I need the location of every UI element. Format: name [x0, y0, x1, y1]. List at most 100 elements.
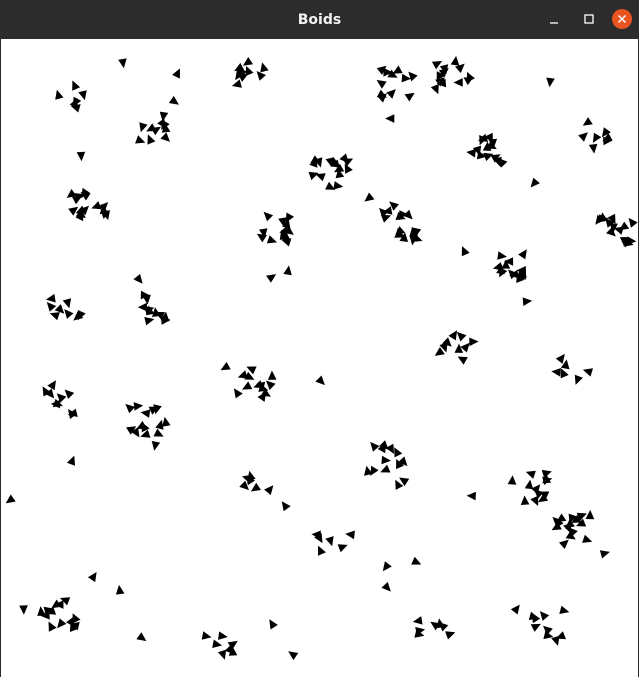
boid	[510, 604, 520, 615]
boid	[619, 221, 630, 231]
boid	[431, 61, 443, 70]
boid	[269, 619, 278, 630]
boid	[345, 530, 355, 540]
simulation-canvas[interactable]	[1, 39, 638, 677]
boid	[445, 631, 456, 640]
boid	[146, 123, 157, 132]
boid	[555, 631, 566, 640]
boid	[559, 605, 570, 614]
boid	[49, 312, 60, 321]
boid	[524, 479, 534, 490]
boid	[308, 171, 319, 181]
boid	[546, 77, 555, 88]
boid	[136, 632, 147, 642]
boid	[325, 536, 334, 547]
boid	[376, 80, 387, 89]
boid	[125, 403, 136, 414]
boid	[395, 226, 406, 236]
boid	[64, 309, 74, 319]
boid	[381, 455, 391, 465]
boid	[364, 192, 375, 202]
boid	[411, 556, 422, 565]
boid	[530, 623, 541, 632]
boid	[592, 132, 602, 143]
boid	[151, 440, 161, 451]
boid	[578, 132, 588, 142]
boid	[78, 90, 87, 101]
boid	[64, 389, 75, 399]
boid	[265, 380, 276, 390]
boid	[256, 71, 266, 81]
app-window: Boids	[0, 0, 639, 677]
boid	[531, 613, 541, 624]
boid	[530, 495, 539, 506]
boid	[522, 297, 533, 306]
boid	[582, 534, 593, 543]
boid	[461, 246, 470, 257]
boid	[45, 293, 56, 303]
boid	[135, 135, 146, 144]
boid	[19, 605, 28, 615]
boid	[453, 78, 463, 87]
boid	[87, 572, 97, 583]
boid	[160, 132, 170, 142]
boid	[263, 211, 274, 222]
title-bar[interactable]: Boids	[0, 0, 639, 38]
close-icon	[612, 9, 632, 29]
minimize-button[interactable]	[544, 9, 564, 29]
boid	[450, 55, 460, 66]
boid	[560, 368, 569, 379]
boid	[466, 148, 476, 158]
boid	[559, 539, 569, 549]
boid	[281, 501, 291, 512]
boid	[507, 475, 517, 485]
boid	[172, 68, 180, 79]
boid	[628, 217, 638, 228]
boid	[457, 356, 468, 365]
boid	[46, 302, 57, 312]
boid	[392, 65, 403, 74]
boid	[245, 65, 254, 77]
maximize-icon	[584, 14, 594, 24]
boid	[382, 561, 392, 572]
boid	[133, 273, 143, 284]
maximize-button[interactable]	[579, 9, 599, 29]
boid	[337, 544, 348, 553]
boid	[76, 151, 86, 162]
boid	[72, 80, 81, 91]
boid	[381, 581, 391, 592]
boid	[57, 618, 67, 629]
boids-canvas	[5, 55, 638, 661]
boid	[264, 485, 274, 496]
boid	[333, 181, 344, 190]
boid	[98, 202, 109, 212]
boid	[48, 621, 57, 632]
boid	[242, 57, 253, 66]
boid	[5, 494, 16, 504]
boid	[68, 206, 79, 216]
boid	[563, 522, 572, 534]
boid	[153, 428, 164, 437]
boid	[133, 402, 144, 411]
boid	[404, 92, 415, 102]
boid	[588, 143, 598, 154]
boid	[250, 482, 261, 492]
boid	[469, 337, 479, 347]
boid	[266, 235, 277, 244]
boid	[66, 616, 75, 627]
boid	[242, 381, 253, 390]
boid	[574, 374, 583, 385]
boid	[380, 464, 391, 473]
close-button[interactable]	[612, 9, 632, 29]
boid	[342, 158, 354, 167]
boid	[155, 419, 164, 430]
boid	[456, 331, 467, 342]
boid	[260, 62, 269, 73]
boid	[370, 465, 379, 476]
boid	[448, 330, 458, 341]
boid	[55, 89, 64, 100]
boid	[168, 95, 179, 105]
boid	[318, 545, 326, 556]
boid	[370, 441, 380, 452]
boid	[599, 550, 610, 559]
